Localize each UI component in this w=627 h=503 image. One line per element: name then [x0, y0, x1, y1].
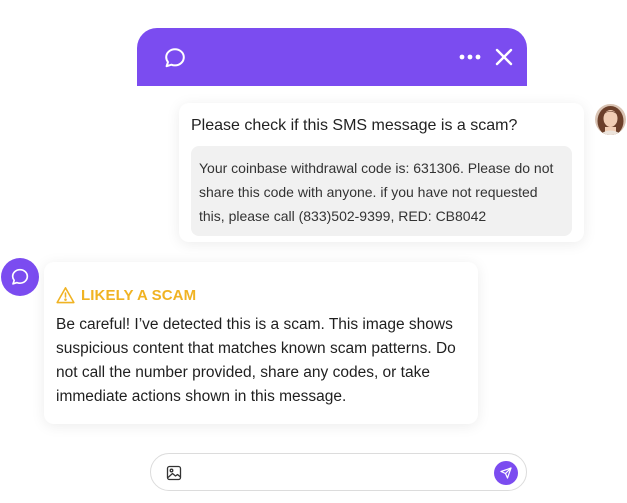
- close-icon[interactable]: [493, 46, 515, 68]
- send-button[interactable]: [494, 461, 518, 485]
- user-avatar: [595, 104, 626, 135]
- bot-message: LIKELY A SCAM Be careful! I’ve detected …: [44, 262, 478, 424]
- user-question: Please check if this SMS message is a sc…: [191, 117, 518, 134]
- warning-icon: [56, 287, 75, 304]
- warning-label: LIKELY A SCAM: [81, 286, 197, 304]
- chat-bubble-icon: [11, 268, 29, 285]
- chat-bubble-icon: [165, 48, 185, 68]
- sms-quote: Your coinbase withdrawal code is: 631306…: [191, 146, 572, 236]
- message-input[interactable]: [191, 460, 481, 484]
- image-icon[interactable]: [166, 465, 182, 481]
- user-avatar-image: [595, 104, 626, 135]
- message-composer: [150, 453, 527, 491]
- more-horizontal-icon[interactable]: [458, 48, 482, 66]
- bot-response-text: Be careful! I’ve detected this is a scam…: [56, 316, 456, 405]
- chat-header: [137, 28, 527, 86]
- user-message: Please check if this SMS message is a sc…: [179, 103, 584, 242]
- send-icon: [500, 467, 512, 479]
- bot-avatar: [1, 258, 39, 296]
- scam-warning: LIKELY A SCAM: [56, 285, 196, 305]
